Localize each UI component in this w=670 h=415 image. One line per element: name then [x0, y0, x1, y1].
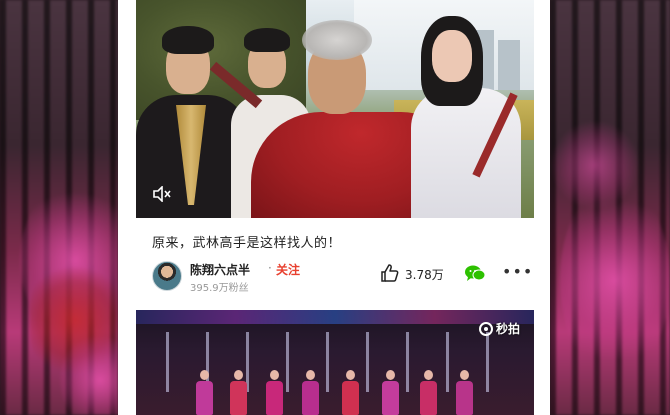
old-man-white-hair: [302, 20, 372, 60]
thumbs-up-icon[interactable]: [380, 263, 400, 283]
next-video-player[interactable]: 秒拍: [136, 310, 534, 415]
miaopai-logo-icon: [478, 321, 493, 336]
dancer: [228, 370, 248, 415]
dancer: [418, 370, 438, 415]
wechat-icon[interactable]: [464, 264, 486, 282]
author-name[interactable]: 陈翔六点半: [190, 261, 250, 278]
stage-light-bar: [366, 332, 369, 392]
dancer: [380, 370, 400, 415]
video-frame-building: [498, 40, 520, 90]
stage-light-bar: [326, 332, 329, 392]
like-count: 3.78万: [405, 268, 444, 282]
blurred-background-left: [0, 0, 118, 415]
stage-light-bar: [286, 332, 289, 392]
post-caption[interactable]: 原来，武林高手是这样找人的！: [152, 232, 341, 251]
stage-light-bar: [486, 332, 489, 392]
blurred-background-right: [550, 0, 670, 415]
actress-face: [432, 30, 472, 82]
stage-light-bar: [166, 332, 169, 392]
speaker-mute-icon[interactable]: [152, 186, 172, 202]
follow-button[interactable]: 关注: [276, 261, 300, 278]
separator-dot: ·: [268, 261, 272, 275]
watermark-label: 秒拍: [495, 322, 520, 336]
stage-light-bar: [406, 332, 409, 392]
actor-left-hair: [162, 26, 214, 54]
stage-lights: [136, 310, 534, 324]
dancer: [340, 370, 360, 415]
miaopai-watermark: 秒拍: [478, 320, 520, 337]
actor-second-hair: [244, 28, 290, 52]
feed-column: 原来，武林高手是这样找人的！ 陈翔六点半 · 关注 395.9万粉丝 3.78万…: [118, 0, 550, 415]
fans-count: 395.9万粉丝: [190, 283, 249, 294]
avatar[interactable]: [152, 261, 182, 291]
video-player[interactable]: [136, 0, 534, 218]
dancer: [194, 370, 214, 415]
more-dots-icon[interactable]: •••: [502, 264, 533, 280]
dancer: [264, 370, 284, 415]
post-meta-row: 陈翔六点半 · 关注 395.9万粉丝 3.78万 •••: [118, 258, 550, 298]
dancer: [300, 370, 320, 415]
stage-light-bar: [446, 332, 449, 392]
dancer: [454, 370, 474, 415]
